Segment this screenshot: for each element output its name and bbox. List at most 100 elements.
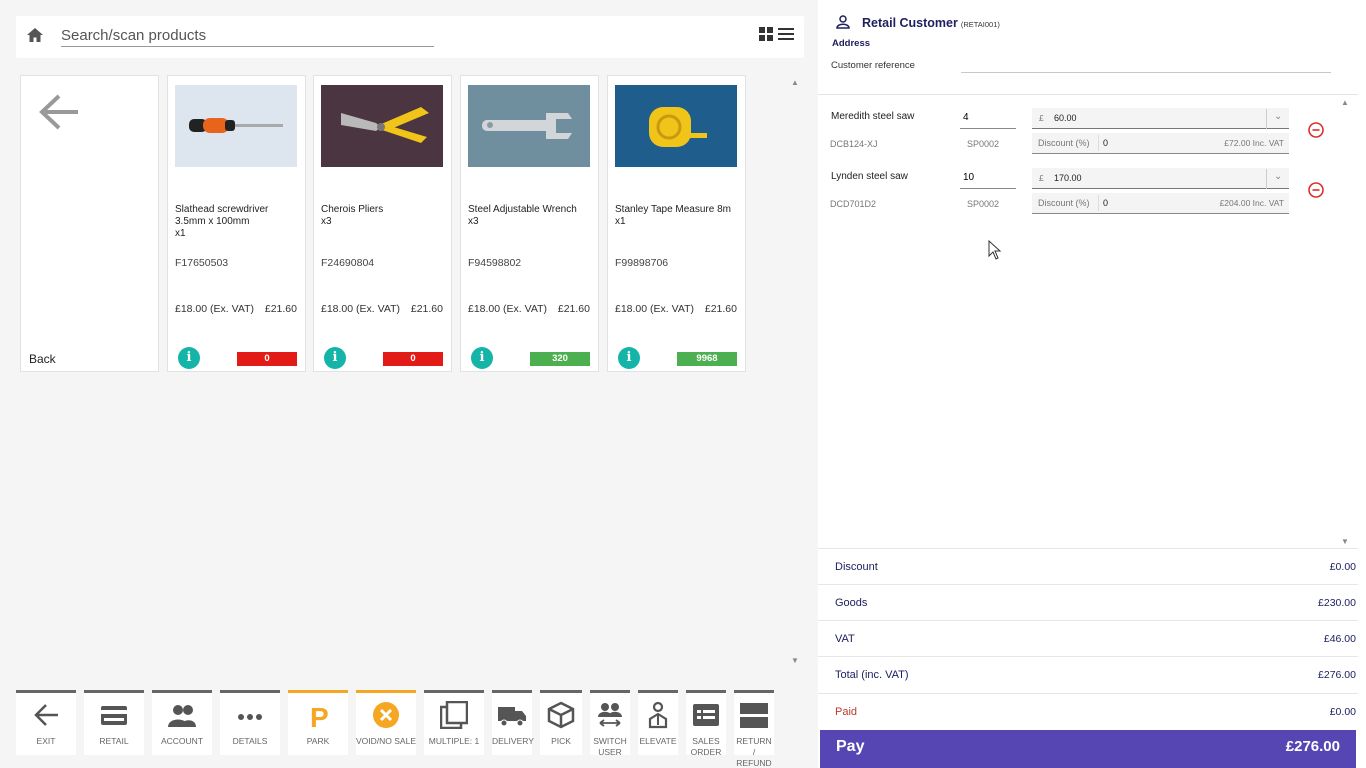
back-label: Back [29,352,56,366]
product-scrollbar[interactable]: ▲ ▼ [789,75,801,665]
mouse-cursor-icon [988,240,1002,260]
details-button[interactable]: DETAILS [220,690,280,755]
price-input[interactable]: £ 60.00 [1032,108,1289,129]
product-card[interactable]: Cherois Pliers x3 F24690804 £18.00 (Ex. V… [313,75,452,372]
basket-line: Lynden steel saw DCD701D2 SP0002 £ 170.0… [818,156,1358,216]
list-view-icon[interactable] [778,27,794,41]
scroll-down-icon[interactable]: ▼ [1341,537,1349,546]
void-no-sale-button[interactable]: VOID/NO SALE [356,690,416,755]
more-icon [238,714,262,720]
sales-order-icon [693,704,719,726]
scroll-up-icon[interactable]: ▲ [1341,98,1349,107]
switch-user-button[interactable]: SWITCH USER [590,690,630,757]
price-inc-vat: £21.60 [264,303,297,315]
price-ex-vat: £18.00 (Ex. VAT) [615,303,694,315]
quantity-input[interactable] [960,167,1016,189]
product-pane: Back Slathead screwdriver 3.5mm x 100mmx… [0,0,818,768]
delivery-button[interactable]: DELIVERY [492,690,534,755]
customer-reference-input[interactable] [961,72,1331,73]
product-card[interactable]: Slathead screwdriver 3.5mm x 100mm x1 F17… [167,75,306,372]
remove-line-icon[interactable] [1308,122,1324,138]
info-icon[interactable]: i [178,347,200,369]
info-icon[interactable]: i [324,347,346,369]
arrow-left-icon [39,94,78,130]
customer-name[interactable]: Retail Customer (RETAI001) [862,16,1000,30]
product-card[interactable]: Stanley Tape Measure 8m x1 F99898706 £18.… [607,75,746,372]
action-toolbar: EXIT RETAIL ACCOUNT DETAILS P PARK VOID/… [16,690,786,768]
users-icon [168,705,196,727]
line-product-name: Meredith steel saw [831,111,915,122]
stock-badge: 320 [530,352,590,366]
price-ex-vat: £18.00 (Ex. VAT) [175,303,254,315]
product-card[interactable]: Steel Adjustable Wrench x3 F94598802 £18.… [460,75,599,372]
stock-badge: 9968 [677,352,737,366]
product-name: Stanley Tape Measure 8m x1 [615,204,731,227]
svg-text:P: P [310,702,329,729]
stock-badge: 0 [383,352,443,366]
copy-icon [440,701,468,729]
line-sp-code: SP0002 [967,199,1000,209]
totals-row-goods: Goods £230.00 [818,584,1358,620]
info-icon[interactable]: i [618,347,640,369]
totals-row-total: Total (inc. VAT) £276.00 [818,656,1358,692]
product-image-pliers [321,85,443,167]
price-inc-vat: £21.60 [704,303,737,315]
card-icon [101,706,127,725]
address-label[interactable]: Address [832,38,870,49]
elevate-button[interactable]: ELEVATE [638,690,678,755]
totals-row-discount: Discount £0.00 [818,548,1358,584]
chevron-down-icon: ⌄ [1274,111,1283,122]
quantity-input[interactable] [960,107,1016,129]
discount-input[interactable]: Discount (%) 0 £204.00 Inc. VAT [1032,193,1289,214]
park-button[interactable]: P PARK [288,690,348,755]
line-product-code: DCD701D2 [830,199,877,209]
elevate-icon [648,701,668,729]
void-icon [373,702,399,728]
basket-scrollbar[interactable]: ▲ ▼ [1340,96,1352,546]
price-dropdown[interactable]: ⌄ [1266,169,1288,189]
pick-button[interactable]: PICK [540,690,582,755]
basket-lines: Meredith steel saw DCB124-XJ SP0002 £ 60… [818,96,1358,548]
exit-button[interactable]: EXIT [16,690,76,755]
line-product-code: DCB124-XJ [830,139,878,149]
product-grid: Back Slathead screwdriver 3.5mm x 100mm x… [20,75,790,375]
customer-reference-label: Customer reference [831,60,915,71]
grid-view-icon[interactable] [759,27,773,41]
product-name: Cherois Pliers x3 [321,204,384,227]
user-icon[interactable] [836,15,850,29]
chevron-down-icon: ⌄ [1274,171,1283,182]
price-ex-vat: £18.00 (Ex. VAT) [321,303,400,315]
retail-button[interactable]: RETAIL [84,690,144,755]
park-icon: P [310,702,329,729]
product-code: F99898706 [615,257,669,269]
home-icon[interactable] [26,26,44,44]
search-input[interactable] [61,25,434,47]
totals-row-vat: VAT £46.00 [818,620,1358,656]
account-button[interactable]: ACCOUNT [152,690,212,755]
sales-order-button[interactable]: SALES ORDER [686,690,726,757]
basket-line: Meredith steel saw DCB124-XJ SP0002 £ 60… [818,96,1358,156]
remove-line-icon[interactable] [1308,182,1324,198]
arrow-left-icon [34,704,58,726]
back-card[interactable]: Back [20,75,159,372]
price-ex-vat: £18.00 (Ex. VAT) [468,303,547,315]
product-code: F24690804 [321,257,375,269]
scroll-down-icon[interactable]: ▼ [791,656,799,665]
search-bar [16,16,804,58]
product-name: Slathead screwdriver 3.5mm x 100mm x1 [175,204,269,239]
discount-input[interactable]: Discount (%) 0 £72.00 Inc. VAT [1032,133,1289,154]
totals-row-paid: Paid £0.00 [818,693,1358,729]
switch-user-icon [598,703,622,727]
product-code: F94598802 [468,257,522,269]
price-dropdown[interactable]: ⌄ [1266,109,1288,129]
box-icon [547,701,575,729]
scroll-up-icon[interactable]: ▲ [791,78,799,87]
line-product-name: Lynden steel saw [831,171,908,182]
info-icon[interactable]: i [471,347,493,369]
product-image-wrench [468,85,590,167]
multiple-button[interactable]: MULTIPLE: 1 [424,690,484,755]
pay-button[interactable]: Pay £276.00 [820,730,1356,768]
return-refund-button[interactable]: RETURN / REFUND [734,690,774,768]
line-sp-code: SP0002 [967,139,1000,149]
price-input[interactable]: £ 170.00 [1032,168,1289,189]
